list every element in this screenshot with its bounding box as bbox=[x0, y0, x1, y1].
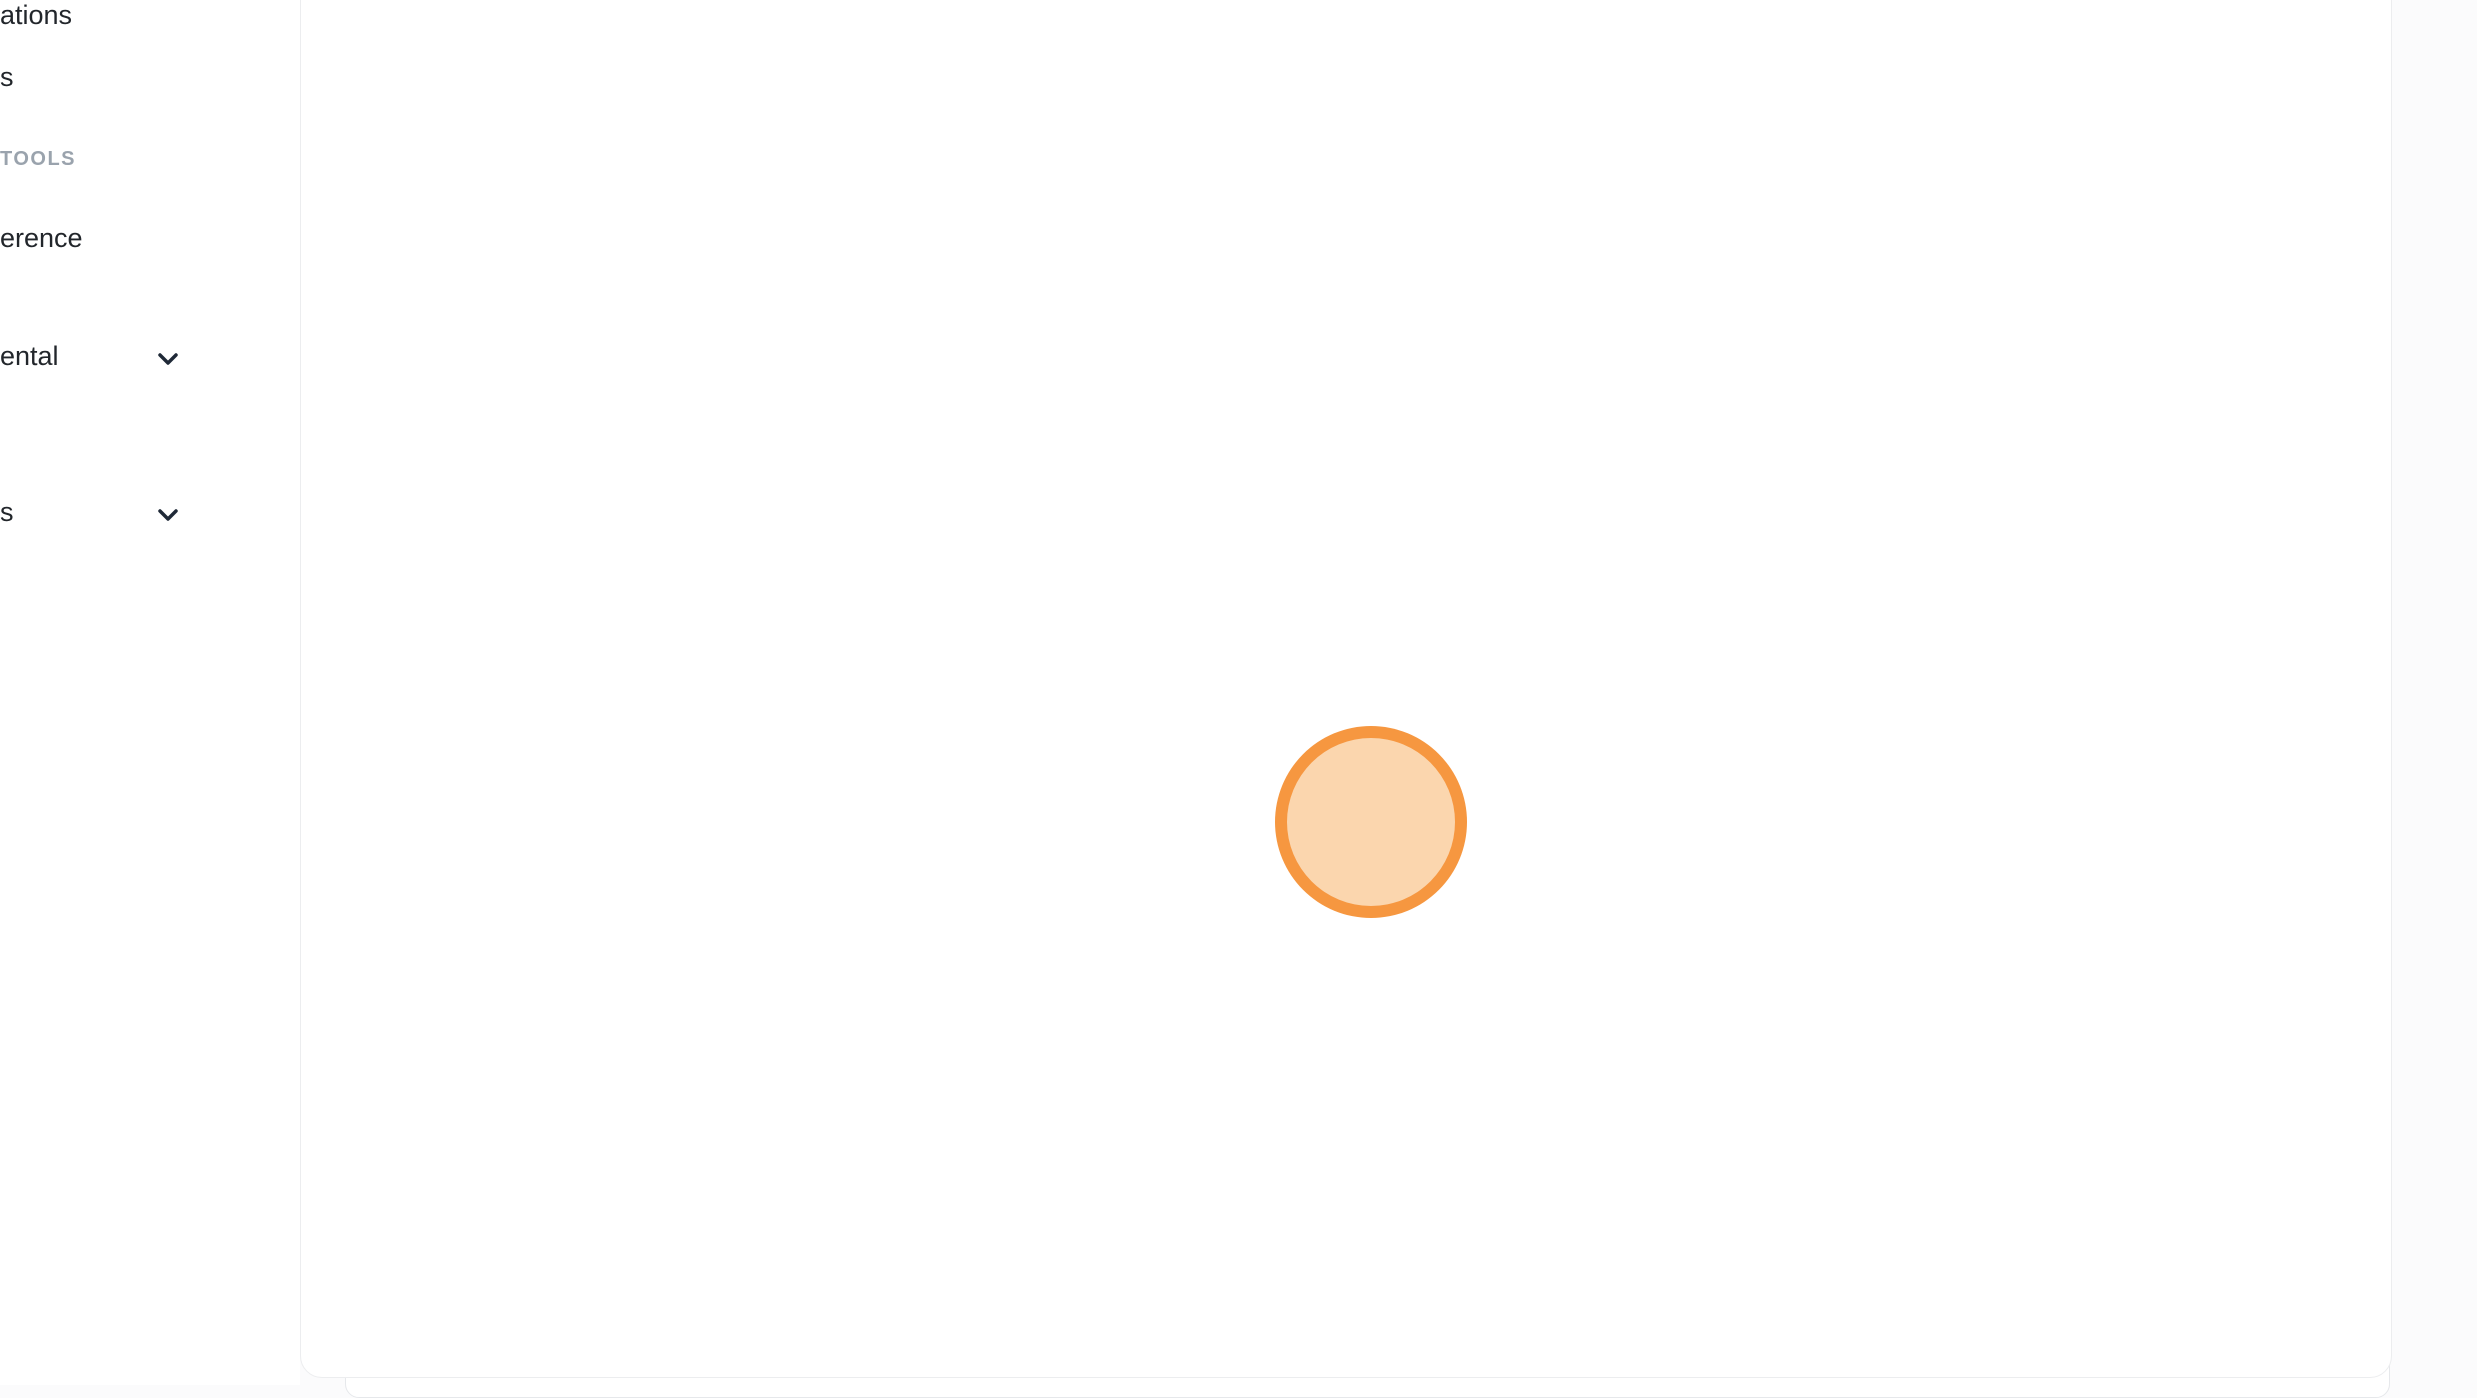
sidebar-item-api-reference[interactable]: erence bbox=[0, 223, 83, 254]
sidebar-item-users[interactable]: s bbox=[0, 62, 14, 93]
chevron-down-icon[interactable] bbox=[152, 499, 184, 531]
sidebar: ations s TOOLS erence ental s bbox=[0, 0, 300, 1385]
sidebar-item-label: erence bbox=[0, 223, 83, 253]
click-indicator-circle bbox=[1275, 726, 1467, 918]
sidebar-item-label: ations bbox=[0, 0, 72, 30]
chevron-down-icon[interactable] bbox=[152, 343, 184, 375]
sidebar-section-tools: TOOLS bbox=[0, 148, 76, 171]
sidebar-item-label: s bbox=[0, 497, 14, 527]
sidebar-item-label: ental bbox=[0, 341, 59, 371]
add-model-form-card bbox=[300, 0, 2392, 1378]
sidebar-item-label: s bbox=[0, 62, 14, 92]
sidebar-item-organizations[interactable]: ations bbox=[0, 0, 72, 31]
sidebar-item-experimental[interactable]: ental bbox=[0, 341, 59, 372]
sidebar-section-label: TOOLS bbox=[0, 148, 76, 170]
sidebar-item-settings[interactable]: s bbox=[0, 497, 14, 528]
